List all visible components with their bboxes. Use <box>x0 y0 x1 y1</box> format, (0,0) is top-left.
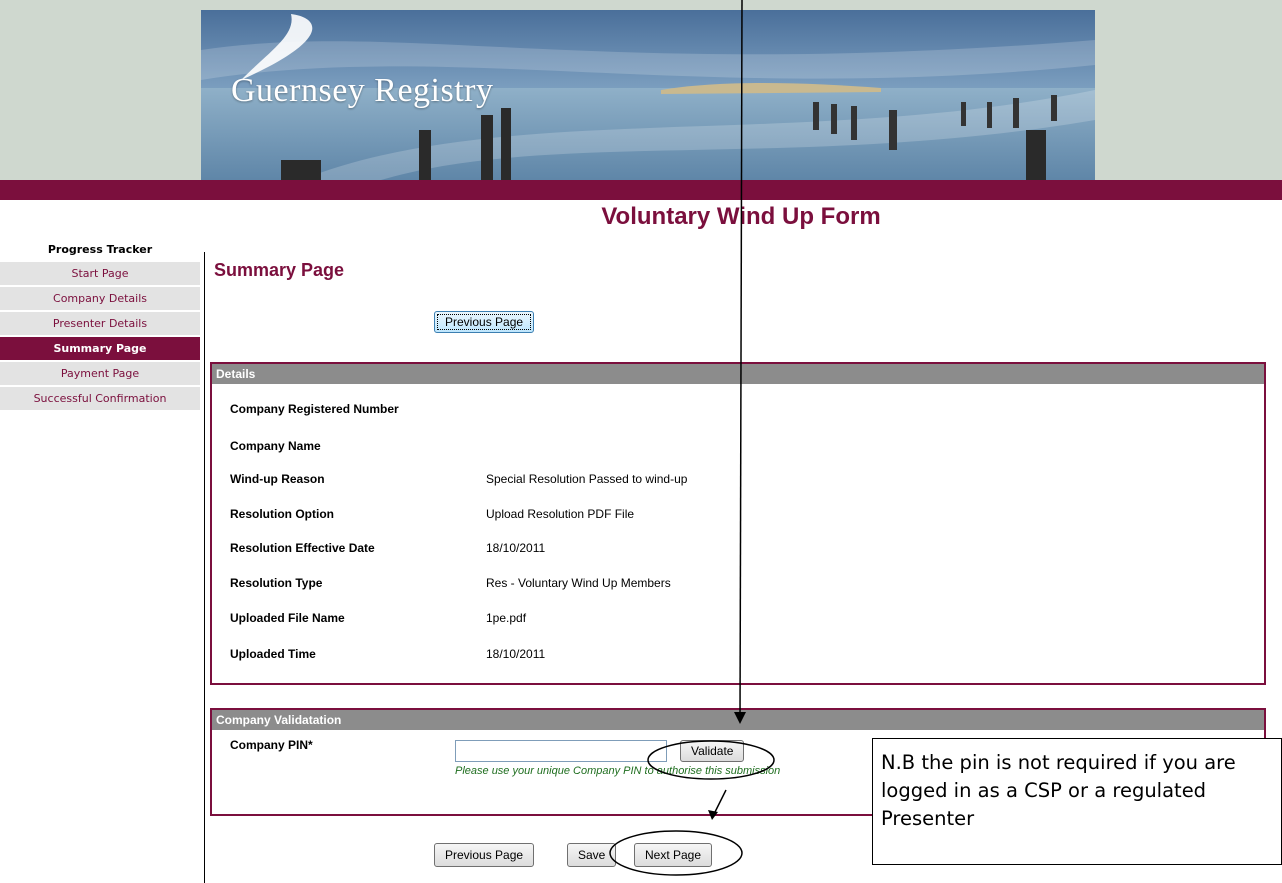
tracker-item-successful-confirmation[interactable]: Successful Confirmation <box>0 387 200 410</box>
page-title: Summary Page <box>214 260 345 280</box>
detail-label: Company Name <box>230 439 321 453</box>
detail-value: 18/10/2011 <box>486 541 546 555</box>
next-page-button[interactable]: Next Page <box>634 843 713 867</box>
validation-panel-heading: Company Validatation <box>212 710 1264 730</box>
previous-page-button-top[interactable]: Previous Page <box>434 311 535 333</box>
detail-label: Resolution Effective Date <box>230 541 375 555</box>
logo-text: Guernsey Registry <box>231 72 494 109</box>
header: Guernsey Registry <box>0 0 1282 200</box>
detail-value: Special Resolution Passed to wind-up <box>486 472 688 486</box>
tracker-item-company-details[interactable]: Company Details <box>0 287 200 310</box>
detail-value: 18/10/2011 <box>486 647 546 661</box>
detail-value: 1pe.pdf <box>486 611 527 625</box>
details-panel: Details Company Registered Number Compan… <box>210 362 1266 685</box>
detail-label: Resolution Type <box>230 576 323 590</box>
tracker-item-start-page[interactable]: Start Page <box>0 262 200 285</box>
header-banner: Guernsey Registry <box>201 10 1095 180</box>
tracker-item-payment-page[interactable]: Payment Page <box>0 362 200 385</box>
detail-label: Resolution Option <box>230 507 334 521</box>
detail-label: Uploaded Time <box>230 647 316 661</box>
details-panel-heading: Details <box>212 364 1264 384</box>
tracker-item-summary-page[interactable]: Summary Page <box>0 337 200 360</box>
tracker-title: Progress Tracker <box>47 243 153 256</box>
company-pin-label: Company PIN* <box>230 738 313 752</box>
save-button[interactable]: Save <box>567 843 617 867</box>
company-pin-input[interactable] <box>455 740 667 762</box>
annotation-note: N.B the pin is not required if you are l… <box>872 738 1282 865</box>
previous-page-button[interactable]: Previous Page <box>434 843 535 867</box>
detail-value: Res - Voluntary Wind Up Members <box>486 576 671 590</box>
detail-label: Wind-up Reason <box>230 472 325 486</box>
validate-button[interactable]: Validate <box>680 740 745 762</box>
form-title: Voluntary Wind Up Form <box>601 203 881 230</box>
content-divider <box>204 252 205 883</box>
company-pin-hint: Please use your unique Company PIN to au… <box>455 765 781 777</box>
detail-label: Company Registered Number <box>230 402 399 416</box>
progress-tracker: Start Page Company Details Presenter Det… <box>0 262 200 412</box>
detail-label: Uploaded File Name <box>230 611 345 625</box>
detail-value: Upload Resolution PDF File <box>486 507 635 521</box>
header-accent-bar <box>0 180 1282 200</box>
tracker-item-presenter-details[interactable]: Presenter Details <box>0 312 200 335</box>
